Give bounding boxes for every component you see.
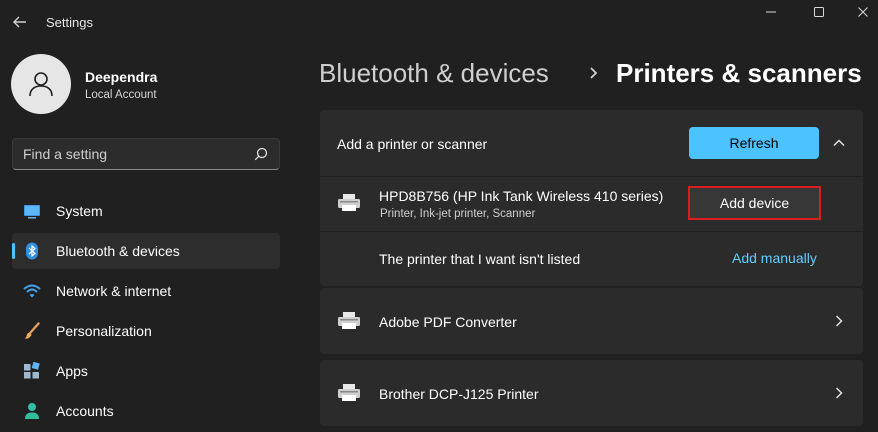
add-device-button[interactable]: Add device <box>688 186 821 220</box>
app-title: Settings <box>46 15 93 30</box>
maximize-icon <box>814 7 824 17</box>
sidebar-item-accounts[interactable]: Accounts <box>12 393 280 429</box>
search-input[interactable] <box>13 139 243 169</box>
active-indicator <box>12 243 15 259</box>
add-manually-link[interactable]: Add manually <box>732 250 817 266</box>
device-description: Printer, Ink-jet printer, Scanner <box>380 208 536 220</box>
sidebar-item-bluetooth[interactable]: Bluetooth & devices <box>12 233 280 269</box>
minimize-button[interactable] <box>757 3 785 23</box>
sidebar-item-system[interactable]: System <box>12 193 280 229</box>
wifi-icon <box>23 284 41 298</box>
search-icon[interactable] <box>254 147 268 161</box>
sidebar-item-label: System <box>56 203 103 219</box>
account-type: Local Account <box>85 89 157 101</box>
bluetooth-icon <box>26 242 38 260</box>
sidebar-item-apps[interactable]: Apps <box>12 353 280 389</box>
divider <box>320 231 863 232</box>
printer-name: Adobe PDF Converter <box>379 314 517 330</box>
breadcrumb-parent[interactable]: Bluetooth & devices <box>319 58 549 89</box>
back-button[interactable] <box>10 12 30 32</box>
refresh-button[interactable]: Refresh <box>689 127 819 159</box>
printer-name: Brother DCP-J125 Printer <box>379 386 539 402</box>
sidebar-item-label: Personalization <box>56 323 152 339</box>
sidebar-item-personalization[interactable]: Personalization <box>12 313 280 349</box>
minimize-icon <box>766 11 776 13</box>
search-box[interactable] <box>12 138 280 170</box>
sidebar-item-label: Network & internet <box>56 283 172 299</box>
printer-icon <box>338 312 360 329</box>
close-button[interactable] <box>849 3 877 23</box>
apps-icon <box>24 362 40 379</box>
sidebar-item-label: Apps <box>56 363 88 379</box>
title-bar: Settings <box>0 0 878 44</box>
person-icon <box>25 403 39 419</box>
not-listed-label: The printer that I want isn't listed <box>379 251 581 267</box>
maximize-button[interactable] <box>805 3 833 23</box>
chevron-right-icon <box>590 67 598 79</box>
chevron-right-icon <box>835 315 843 327</box>
sidebar-item-network[interactable]: Network & internet <box>12 273 280 309</box>
close-icon <box>858 7 868 17</box>
person-icon <box>29 72 53 97</box>
back-arrow-icon <box>13 16 26 28</box>
avatar[interactable] <box>11 54 71 114</box>
sidebar-item-label: Accounts <box>56 403 114 419</box>
page-title: Printers & scanners <box>616 58 862 88</box>
add-printer-label: Add a printer or scanner <box>337 136 488 152</box>
brush-icon <box>24 322 40 339</box>
chevron-right-icon <box>835 387 843 399</box>
sidebar-item-label: Bluetooth & devices <box>56 243 180 259</box>
device-name: HPD8B756 (HP Ink Tank Wireless 410 serie… <box>379 188 664 204</box>
user-name: Deependra <box>85 69 158 85</box>
chevron-up-icon[interactable] <box>832 136 846 150</box>
printer-icon <box>338 194 360 211</box>
printer-icon <box>338 384 360 401</box>
system-icon <box>24 205 40 219</box>
divider <box>320 176 863 177</box>
